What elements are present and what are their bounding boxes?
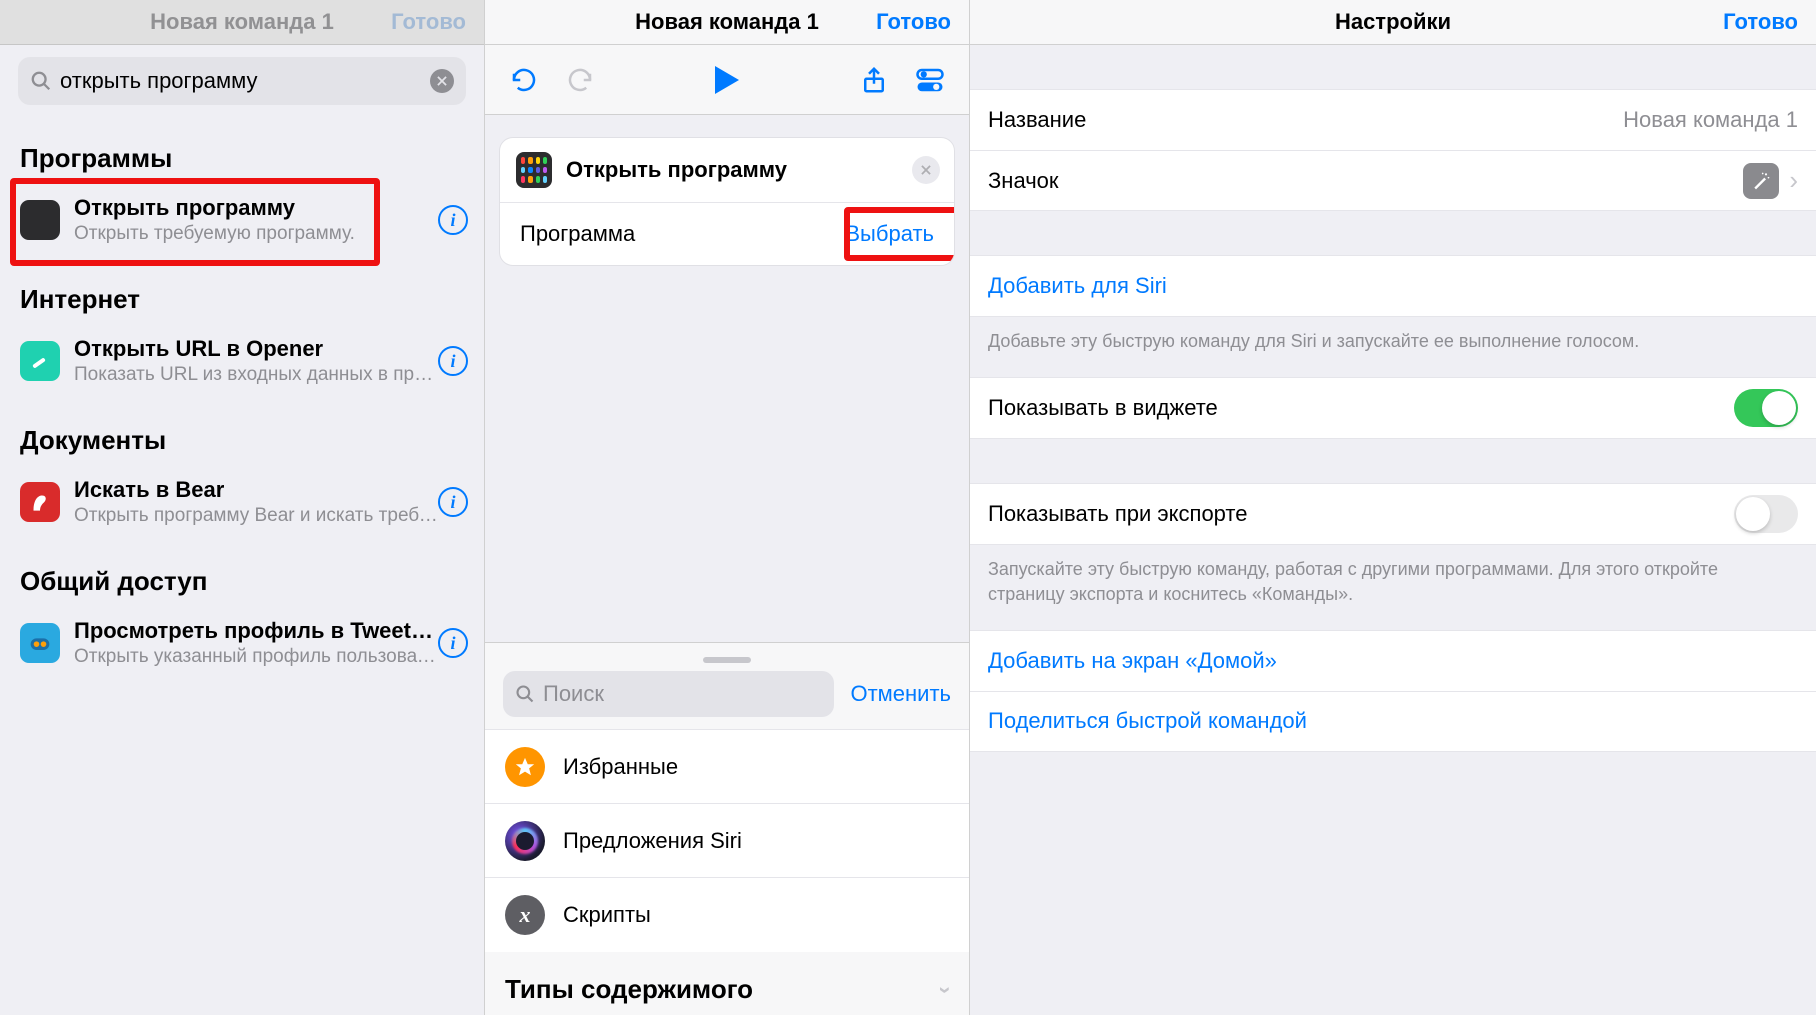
param-label: Программа [520,221,635,247]
tweetbot-icon [20,623,60,663]
left-panel: Новая команда 1 Готово Программы Открыть… [0,0,485,1015]
setting-name[interactable]: Название Новая команда 1 [970,90,1816,150]
drawer-item-scripts[interactable]: x Скрипты [485,878,969,952]
setting-share-shortcut[interactable]: Поделиться быстрой командой [970,691,1816,751]
action-title: Просмотреть профиль в Tweet… [74,618,438,644]
settings-header: Настройки Готово [970,0,1816,45]
section-internet-heading: Интернет [0,258,484,323]
drawer-cancel-button[interactable]: Отменить [850,681,951,707]
setting-add-to-home[interactable]: Добавить на экран «Домой» [970,631,1816,691]
export-label: Показывать при экспорте [988,501,1734,527]
settings-header-title: Настройки [1335,9,1451,35]
param-value[interactable]: Выбрать [845,221,934,247]
section-programs-heading: Программы [0,117,484,182]
app-grid-icon [516,152,552,188]
left-done-button[interactable]: Готово [391,9,466,35]
action-subtitle: Показать URL из входных данных в прог… [74,364,438,386]
left-header-title: Новая команда 1 [150,9,334,35]
settings-done-button[interactable]: Готово [1723,9,1798,35]
drawer-item-label: Избранные [563,754,678,780]
settings-toggle-icon[interactable] [915,65,945,95]
script-icon: x [505,895,545,935]
search-icon [515,684,535,704]
action-open-app[interactable]: Открыть программу Открыть требуемую прог… [0,182,484,258]
drawer-grabber[interactable] [703,657,751,663]
drawer-section-content-types[interactable]: Типы содержимого › [485,952,969,1015]
action-subtitle: Открыть требуемую программу. [74,223,438,245]
editor-toolbar [485,45,969,115]
drawer-item-favorites[interactable]: Избранные [485,730,969,804]
card-param-app[interactable]: Программа Выбрать [500,202,954,265]
action-subtitle: Открыть указанный профиль пользовате… [74,646,438,668]
editor-header-title: Новая команда 1 [635,9,819,35]
siri-footer-text: Добавьте эту быструю команду для Siri и … [970,317,1816,377]
add-to-siri-label: Добавить для Siri [988,273,1167,299]
export-toggle[interactable] [1734,495,1798,533]
section-documents-heading: Документы [0,399,484,464]
setting-name-value: Новая команда 1 [1623,107,1798,133]
drawer-search[interactable]: Поиск [503,671,834,717]
wand-icon [1743,163,1779,199]
action-search-bear[interactable]: Искать в Bear Открыть программу Bear и и… [0,464,484,540]
widget-label: Показывать в виджете [988,395,1734,421]
chevron-right-icon: › [1789,165,1798,196]
left-header: Новая команда 1 Готово [0,0,484,45]
drawer-item-label: Скрипты [563,902,651,928]
setting-show-in-widget[interactable]: Показывать в виджете [970,378,1816,438]
editor-canvas: Открыть программу Программа Выбрать [485,115,969,642]
action-subtitle: Открыть программу Bear и искать требу… [74,505,438,527]
info-icon[interactable]: i [438,205,468,235]
editor-header: Новая команда 1 Готово [485,0,969,45]
widget-toggle[interactable] [1734,389,1798,427]
search-input[interactable] [60,68,430,94]
action-title: Искать в Bear [74,477,438,503]
share-icon[interactable] [859,65,889,95]
clear-icon[interactable] [430,69,454,93]
drawer-item-siri[interactable]: Предложения Siri [485,804,969,878]
action-title: Открыть URL в Opener [74,336,438,362]
info-icon[interactable]: i [438,487,468,517]
search-bar[interactable] [18,57,466,105]
editor-panel: Новая команда 1 Готово [485,0,970,1015]
setting-icon-label: Значок [988,168,1743,194]
settings-panel: Настройки Готово Название Новая команда … [970,0,1816,1015]
drawer-search-placeholder: Поиск [543,681,604,707]
bear-icon [20,482,60,522]
section-sharing-heading: Общий доступ [0,540,484,605]
info-icon[interactable]: i [438,628,468,658]
setting-show-on-export[interactable]: Показывать при экспорте [970,484,1816,544]
undo-icon[interactable] [509,65,539,95]
card-title: Открыть программу [566,157,787,183]
action-open-url-opener[interactable]: Открыть URL в Opener Показать URL из вхо… [0,323,484,399]
opener-icon [20,341,60,381]
setting-add-to-siri[interactable]: Добавить для Siri [970,256,1816,316]
action-title: Открыть программу [74,195,438,221]
play-icon[interactable] [715,66,739,94]
action-card-open-app: Открыть программу Программа Выбрать [499,137,955,266]
close-icon[interactable] [912,156,940,184]
setting-icon[interactable]: Значок › [970,150,1816,210]
chevron-down-icon: › [932,986,958,993]
drawer-item-label: Предложения Siri [563,828,742,854]
action-drawer[interactable]: Поиск Отменить Избранные Предложения Sir… [485,642,969,1015]
setting-name-label: Название [988,107,1623,133]
info-icon[interactable]: i [438,346,468,376]
share-shortcut-label: Поделиться быстрой командой [988,708,1307,734]
redo-icon [565,65,595,95]
action-tweetbot-profile[interactable]: Просмотреть профиль в Tweet… Открыть ука… [0,605,484,681]
star-icon [505,747,545,787]
add-to-home-label: Добавить на экран «Домой» [988,648,1277,674]
drawer-section-title: Типы содержимого [505,974,753,1005]
search-icon [30,70,52,92]
app-grid-icon [20,200,60,240]
editor-done-button[interactable]: Готово [876,9,951,35]
siri-icon [505,821,545,861]
export-footer-text: Запускайте эту быструю команду, работая … [970,545,1816,630]
